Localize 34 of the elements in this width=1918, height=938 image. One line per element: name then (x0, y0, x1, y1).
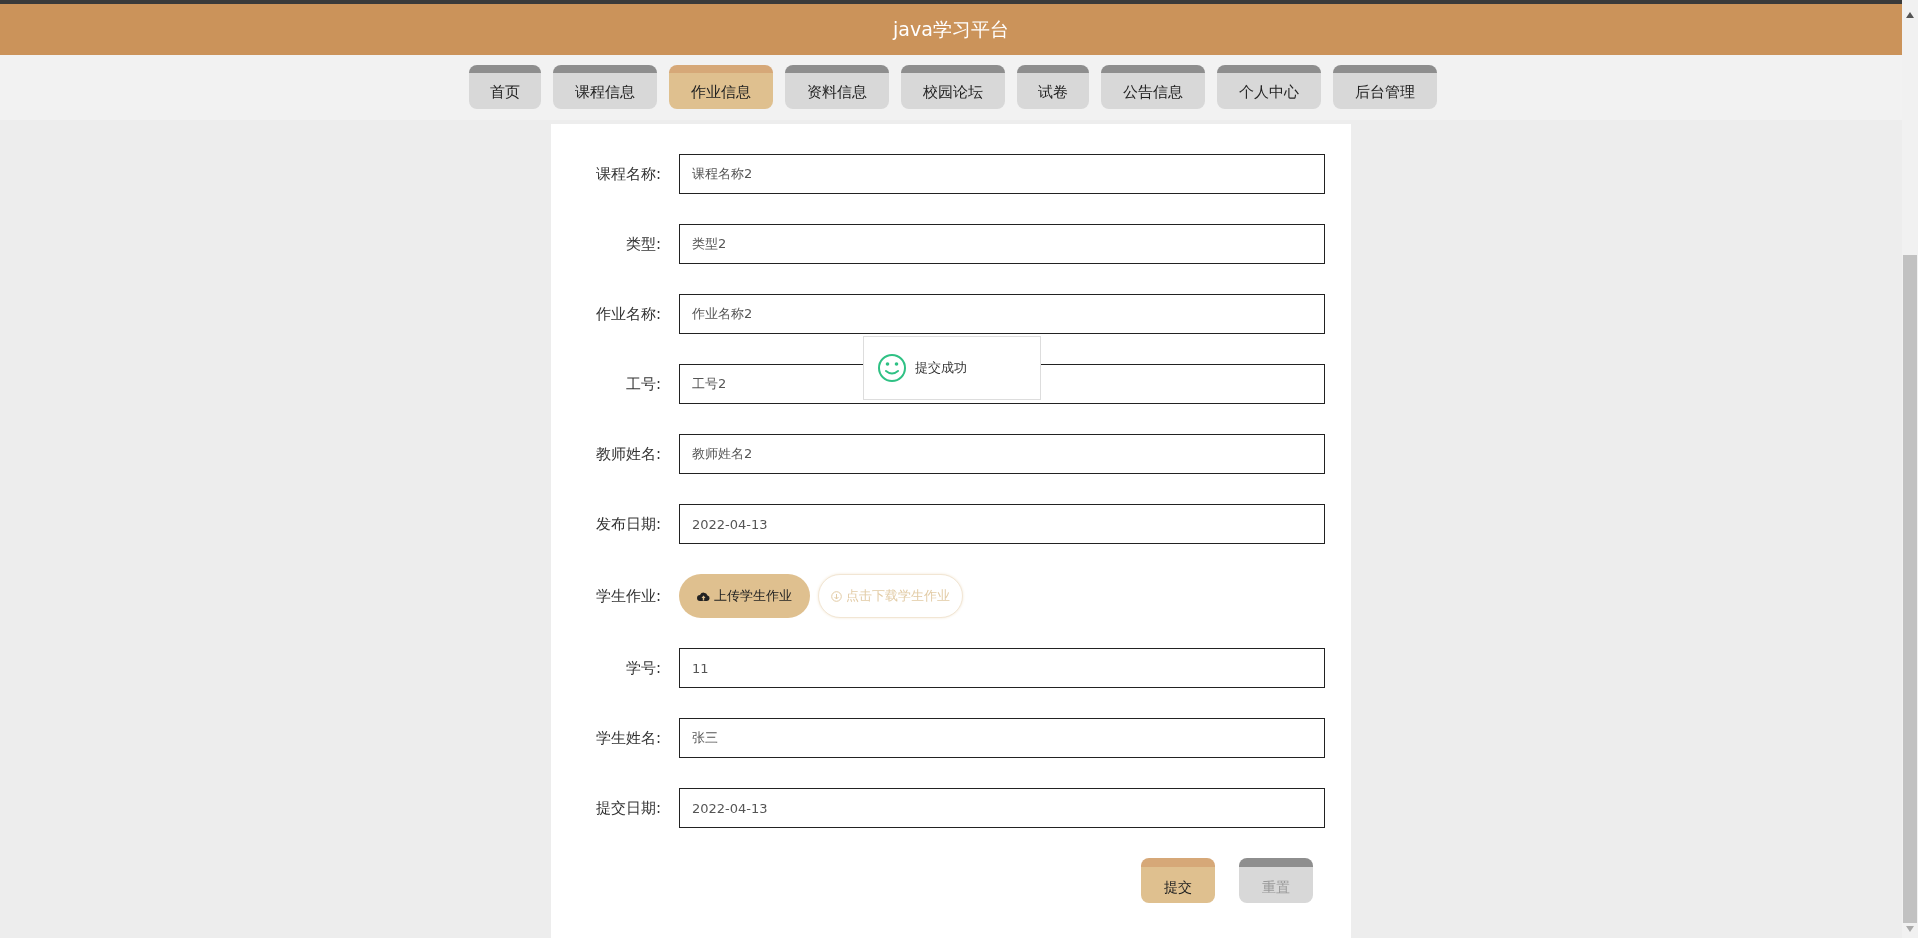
nav-tab[interactable]: 试卷 (1017, 65, 1089, 109)
cloud-upload-icon (697, 590, 710, 602)
submit-button[interactable]: 提交 (1141, 858, 1215, 903)
field-label: 工号: (624, 374, 661, 394)
field-label: 作业名称: (594, 304, 661, 324)
nav-tab[interactable]: 课程信息 (553, 65, 657, 109)
input-field[interactable]: 课程名称2 (679, 154, 1325, 194)
site-title: java学习平台 (893, 16, 1009, 42)
toast-text: 提交成功 (915, 359, 967, 377)
nav-tab[interactable]: 作业信息 (669, 65, 773, 109)
smiley-icon (877, 353, 907, 383)
field-label: 课程名称: (594, 164, 661, 184)
nav-tab[interactable]: 资料信息 (785, 65, 889, 109)
input-field[interactable]: 2022-04-13 (679, 788, 1325, 828)
nav-tab[interactable]: 首页 (469, 65, 541, 109)
nav-tab[interactable]: 个人中心 (1217, 65, 1321, 109)
input-field[interactable]: 11 (679, 648, 1325, 688)
input-field[interactable]: 张三 (679, 718, 1325, 758)
field-label: 学生作业: (594, 586, 661, 606)
field-label: 教师姓名: (594, 444, 661, 464)
download-icon (831, 590, 842, 602)
nav-tab[interactable]: 公告信息 (1101, 65, 1205, 109)
input-field[interactable]: 2022-04-13 (679, 504, 1325, 544)
field-label: 类型: (624, 234, 661, 254)
upload-button[interactable]: 上传学生作业 (679, 574, 810, 618)
field-label: 提交日期: (594, 798, 661, 818)
nav-tab[interactable]: 后台管理 (1333, 65, 1437, 109)
field-label: 学生姓名: (594, 728, 661, 748)
input-field[interactable]: 教师姓名2 (679, 434, 1325, 474)
input-field[interactable]: 作业名称2 (679, 294, 1325, 334)
field-label: 学号: (624, 658, 661, 678)
nav-tab[interactable]: 校园论坛 (901, 65, 1005, 109)
input-field[interactable]: 类型2 (679, 224, 1325, 264)
field-label: 发布日期: (594, 514, 661, 534)
